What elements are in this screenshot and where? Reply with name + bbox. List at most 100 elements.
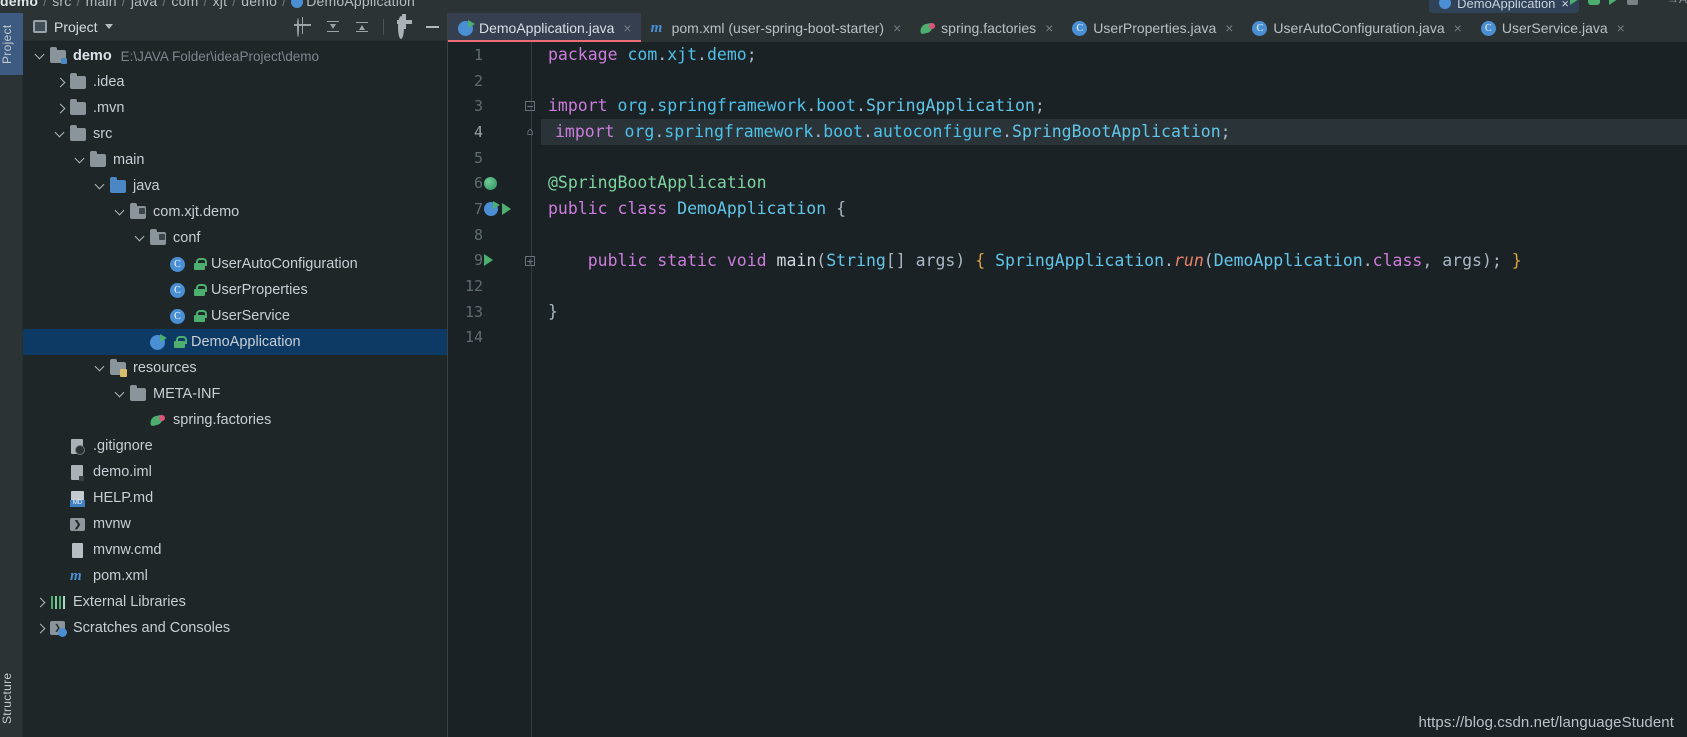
editor-tab-pom-xml-user-spring-boot-starter[interactable]: m pom.xml (user-spring-boot-starter) × <box>641 13 911 42</box>
run-configuration-selector[interactable]: DemoApplication × <box>1429 0 1579 13</box>
code-line[interactable]: @SpringBootApplication <box>548 170 1687 196</box>
spring-bean-icon[interactable] <box>484 176 497 190</box>
gutter-line[interactable]: 2 <box>448 68 541 94</box>
code-line[interactable]: import org.springframework.boot.SpringAp… <box>548 93 1687 119</box>
gutter-line[interactable]: 5 <box>448 145 541 171</box>
tree-item-scratches-and-consoles[interactable]: ❯ Scratches and Consoles <box>23 615 447 641</box>
tree-item-userproperties[interactable]: C UserProperties <box>23 277 447 303</box>
chevron-down-icon[interactable] <box>114 205 128 219</box>
breadcrumb-item[interactable]: main <box>86 0 117 9</box>
tree-item-external-libraries[interactable]: External Libraries <box>23 589 447 615</box>
gutter-line[interactable]: 8 <box>448 222 541 248</box>
chevron-right-icon[interactable] <box>34 621 48 635</box>
code-fold-box-icon[interactable]: + <box>525 255 535 267</box>
chevron-right-icon[interactable] <box>54 75 68 89</box>
close-icon[interactable]: × <box>893 20 901 36</box>
tree-item-mvnw-cmd[interactable]: mvnw.cmd <box>23 537 447 563</box>
tree-item-demoapplication[interactable]: DemoApplication <box>23 329 447 355</box>
editor-tab-bar[interactable]: DemoApplication.java × m pom.xml (user-spri… <box>448 13 1687 42</box>
chevron-down-icon[interactable] <box>114 387 128 401</box>
tree-item-pom-xml[interactable]: m pom.xml <box>23 563 447 589</box>
code-line[interactable]: } <box>548 299 1687 325</box>
tree-item-userautoconfiguration[interactable]: C UserAutoConfiguration <box>23 251 447 277</box>
chevron-right-icon[interactable] <box>54 101 68 115</box>
chevron-down-icon[interactable] <box>134 231 148 245</box>
tree-item-com-xjt-demo[interactable]: com.xjt.demo <box>23 199 447 225</box>
tree-item-help-md[interactable]: HELP.md <box>23 485 447 511</box>
run-icon[interactable] <box>484 254 493 267</box>
close-icon[interactable]: × <box>1454 20 1462 36</box>
expand-all-icon[interactable] <box>325 19 341 35</box>
breadcrumb-item[interactable]: xjt <box>213 0 228 9</box>
chevron-down-icon[interactable] <box>104 24 113 29</box>
tree-item-spring-factories[interactable]: spring.factories <box>23 407 447 433</box>
breadcrumb-item[interactable]: src <box>52 0 71 9</box>
gutter-line[interactable]: 6 <box>448 170 541 196</box>
gutter-line[interactable]: 13 <box>448 299 541 325</box>
code-line[interactable]: public static void main(String[] args) {… <box>548 248 1687 274</box>
tree-item-meta-inf[interactable]: META-INF <box>23 381 447 407</box>
tree-item-main[interactable]: main <box>23 147 447 173</box>
code-line[interactable] <box>548 145 1687 171</box>
breadcrumb-item[interactable]: com <box>171 0 198 9</box>
tree-item-demo[interactable]: demo E:\JAVA Folder\ideaProject\demo <box>23 43 447 69</box>
run-icon[interactable] <box>1569 0 1579 5</box>
tree-item-gitignore[interactable]: .gitignore <box>23 433 447 459</box>
breadcrumb-item[interactable]: DemoApplication <box>291 0 415 9</box>
close-icon[interactable]: × <box>1225 20 1233 36</box>
chevron-down-icon[interactable] <box>94 179 108 193</box>
gutter-line[interactable]: 14 <box>448 325 541 351</box>
tree-item-mvnw[interactable]: ❯ mvnw <box>23 511 447 537</box>
rail-tab-structure[interactable]: Structure <box>0 659 23 737</box>
breadcrumb-item[interactable]: demo <box>0 0 38 9</box>
chevron-down-icon[interactable] <box>74 153 88 167</box>
close-icon[interactable]: × <box>1617 20 1625 36</box>
editor-tab-userservice-java[interactable]: C UserService.java × <box>1471 13 1634 42</box>
project-tree[interactable]: demo E:\JAVA Folder\ideaProject\demo .idea… <box>23 41 447 641</box>
code-line[interactable] <box>548 325 1687 351</box>
gutter-line[interactable]: 3− <box>448 93 541 119</box>
code-line[interactable] <box>548 222 1687 248</box>
rail-tab-project[interactable]: Project <box>0 13 23 75</box>
editor-tab-demoapplication-java[interactable]: DemoApplication.java × <box>448 13 641 42</box>
gutter-line[interactable]: 7 <box>448 196 541 222</box>
breadcrumb-item[interactable]: demo <box>241 0 277 9</box>
gutter-line[interactable]: 1 <box>448 42 541 68</box>
tree-item-idea[interactable]: .idea <box>23 69 447 95</box>
chevron-down-icon[interactable] <box>54 127 68 141</box>
search-everywhere-icon[interactable]: →A <box>1667 0 1687 6</box>
gear-icon[interactable] <box>397 15 413 39</box>
code-line[interactable] <box>548 68 1687 94</box>
code-text[interactable]: package com.xjt.demo; import org.springf… <box>541 42 1687 737</box>
locate-icon[interactable] <box>296 17 312 37</box>
tree-item-resources[interactable]: resources <box>23 355 447 381</box>
tree-item-java[interactable]: java <box>23 173 447 199</box>
run-coverage-icon[interactable] <box>1608 0 1618 5</box>
code-fold-home-icon[interactable]: ⌂ <box>525 126 535 137</box>
tree-item-conf[interactable]: conf <box>23 225 447 251</box>
tree-item-mvn[interactable]: .mvn <box>23 95 447 121</box>
code-line[interactable]: package com.xjt.demo; <box>548 42 1687 68</box>
chevron-down-icon[interactable] <box>94 361 108 375</box>
close-icon[interactable]: × <box>1045 20 1053 36</box>
breadcrumb-item[interactable]: java <box>131 0 157 9</box>
spring-boot-class-icon[interactable] <box>484 200 500 216</box>
gutter-line[interactable]: 4 ⌂ <box>448 119 541 145</box>
editor-gutter[interactable]: 1 2 3−4 ⌂ 5 6 7 8 9 +12 13 14 <box>448 42 541 737</box>
editor-tab-spring-factories[interactable]: spring.factories × <box>910 13 1062 42</box>
debug-icon[interactable] <box>1587 0 1600 5</box>
tree-item-userservice[interactable]: C UserService <box>23 303 447 329</box>
breadcrumb[interactable]: demo / src / main / java / com / xjt / demo / DemoAppl… <box>0 0 415 9</box>
editor-tab-userautoconfiguration-java[interactable]: C UserAutoConfiguration.java × <box>1242 13 1470 42</box>
code-line[interactable]: public class DemoApplication { <box>548 196 1687 222</box>
stop-icon[interactable] <box>1626 0 1638 5</box>
close-icon[interactable]: × <box>623 20 631 36</box>
code-line[interactable] <box>548 273 1687 299</box>
code-fold-minus-icon[interactable]: − <box>525 101 535 112</box>
run-icon[interactable] <box>502 202 511 215</box>
collapse-all-icon[interactable] <box>354 19 370 35</box>
tree-item-demo-iml[interactable]: demo.iml <box>23 459 447 485</box>
chevron-right-icon[interactable] <box>34 595 48 609</box>
tree-item-src[interactable]: src <box>23 121 447 147</box>
editor-tab-userproperties-java[interactable]: C UserProperties.java × <box>1062 13 1242 42</box>
